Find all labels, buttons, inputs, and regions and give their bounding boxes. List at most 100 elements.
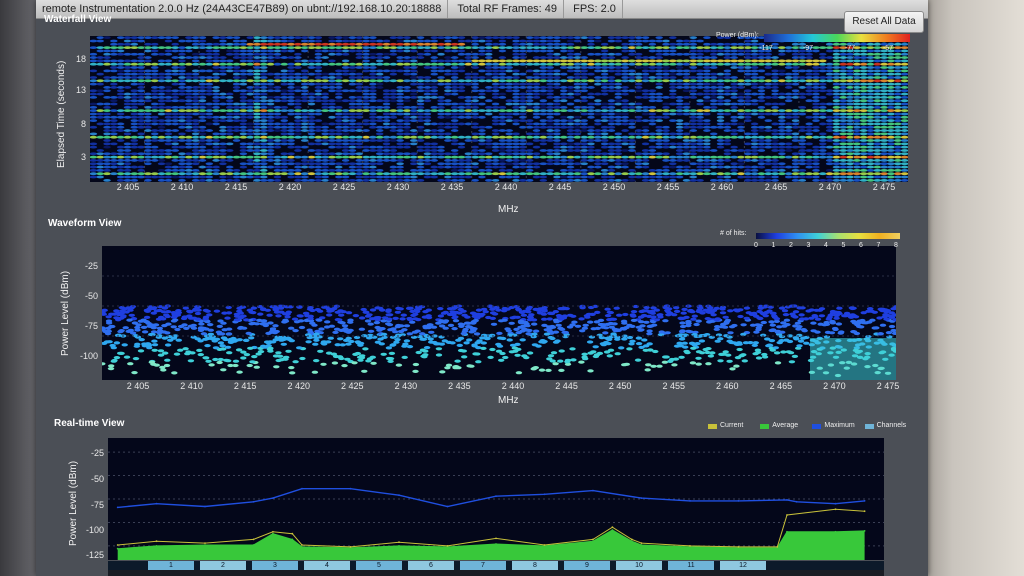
waterfall-cell <box>880 62 888 66</box>
waterfall-cell <box>116 46 125 50</box>
waterfall-cell <box>90 172 98 176</box>
waterfall-cell <box>96 172 104 176</box>
waterfall-cell <box>553 132 561 136</box>
waterfall-cell <box>382 115 391 119</box>
waterfall-cell <box>225 159 234 162</box>
waterfall-cell <box>812 86 820 89</box>
waterfall-cell <box>471 155 479 159</box>
waterfall-cell <box>464 95 473 99</box>
waterfall-cell <box>532 122 541 126</box>
waterfall-cell <box>212 168 220 172</box>
waterfall-cell <box>859 155 868 159</box>
waveform-hit <box>587 320 594 324</box>
waterfall-cell <box>525 155 534 159</box>
waterfall-cell <box>90 105 98 109</box>
waterfall-cell <box>703 36 711 40</box>
waterfall-cell <box>519 39 527 43</box>
waterfall-cell <box>703 129 711 132</box>
waterfall-cell <box>600 115 609 119</box>
waterfall-cell <box>382 92 391 96</box>
waterfall-cell <box>144 142 152 146</box>
waterfall-cell <box>532 112 541 116</box>
waterfall-cell <box>198 175 207 179</box>
waterfall-cell <box>525 122 534 126</box>
waterfall-cell <box>90 132 98 136</box>
waterfall-cell <box>512 109 520 113</box>
waveform-hit <box>327 336 334 340</box>
waterfall-cell <box>185 145 193 149</box>
waterfall-cell <box>846 79 854 83</box>
waterfall-cell <box>887 76 895 79</box>
waterfall-cell <box>212 165 220 169</box>
waterfall-cell <box>287 95 295 99</box>
waterfall-cell <box>505 36 513 40</box>
waterfall-cell <box>655 49 663 53</box>
waterfall-cell <box>784 76 793 79</box>
waterfall-cell <box>634 72 643 76</box>
waterfall-cell <box>191 109 200 113</box>
waterfall-cell <box>716 86 725 89</box>
waterfall-cell <box>314 92 323 96</box>
waterfall-cell <box>253 82 261 86</box>
waterfall-cell <box>212 72 220 76</box>
waterfall-cell <box>866 112 875 116</box>
waterfall-cell <box>280 79 289 83</box>
waterfall-cell <box>96 79 104 83</box>
waterfall-cell <box>512 92 520 96</box>
waterfall-cell <box>532 92 541 96</box>
waterfall-cell <box>757 162 766 166</box>
waterfall-cell <box>519 59 527 63</box>
waterfall-cell <box>825 72 834 76</box>
waterfall-cell <box>287 129 295 132</box>
waveform-hit <box>646 329 653 333</box>
waterfall-cell <box>287 89 295 93</box>
waveform-plot[interactable] <box>102 246 896 380</box>
waterfall-cell <box>730 76 738 79</box>
waterfall-cell <box>287 69 295 73</box>
waveform-hit <box>811 314 818 318</box>
waterfall-cell <box>478 39 486 43</box>
waterfall-cell <box>280 125 289 129</box>
waterfall-cell <box>730 92 738 96</box>
waterfall-cell <box>396 135 404 139</box>
waveform-hit <box>736 347 743 352</box>
waterfall-cell <box>307 115 316 119</box>
waterfall-cell <box>103 76 111 79</box>
waterfall-cell <box>866 89 875 93</box>
waterfall-cell <box>362 62 370 66</box>
waterfall-cell <box>682 105 691 109</box>
waterfall-cell <box>171 119 179 123</box>
waterfall-cell <box>539 39 548 43</box>
waterfall-cell <box>716 135 725 139</box>
waterfall-cell <box>341 152 350 156</box>
waterfall-cell <box>846 112 854 116</box>
waterfall-cell <box>178 152 186 156</box>
waterfall-cell <box>280 49 289 53</box>
waterfall-cell <box>771 172 779 176</box>
waterfall-cell <box>696 139 704 142</box>
waterfall-cell <box>307 159 316 162</box>
waterfall-cell <box>805 132 813 136</box>
waterfall-cell <box>90 82 98 86</box>
waterfall-cell <box>485 159 493 162</box>
waterfall-cell <box>457 175 466 179</box>
waterfall-cell <box>703 119 711 123</box>
waterfall-plot[interactable] <box>90 36 908 182</box>
waterfall-cell <box>614 92 623 96</box>
waterfall-cell <box>232 172 241 176</box>
waterfall-cell <box>116 168 125 172</box>
waterfall-cell <box>594 92 602 96</box>
waterfall-cell <box>560 59 568 63</box>
waterfall-cell <box>253 172 261 176</box>
waterfall-cell <box>321 165 329 169</box>
waterfall-cell <box>362 175 370 179</box>
waterfall-cell <box>185 115 193 119</box>
waterfall-cell <box>709 92 718 96</box>
waterfall-cell <box>744 49 752 53</box>
reset-all-data-button[interactable]: Reset All Data <box>844 11 924 33</box>
waterfall-cell <box>321 79 329 83</box>
waterfall-cell <box>512 172 520 176</box>
waterfall-cell <box>314 86 323 89</box>
waterfall-cell <box>791 155 800 159</box>
waterfall-cell <box>703 42 711 46</box>
